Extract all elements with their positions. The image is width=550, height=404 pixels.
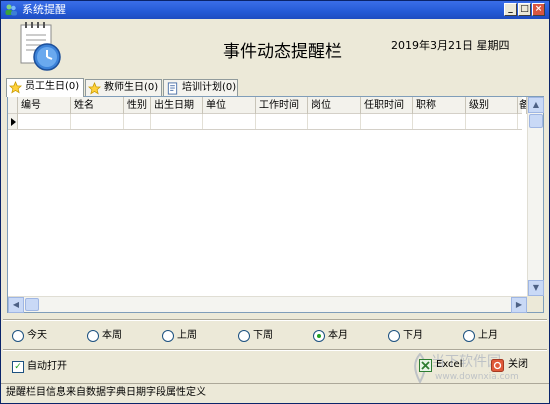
reminder-window: 系统提醒 _ □ × 事件动态提醒栏 2019年3月21日 星期四 员工生日(0…: [0, 0, 550, 404]
horizontal-scrollbar[interactable]: ◀ ▶: [8, 296, 527, 313]
row-indicator-icon: [8, 114, 18, 129]
column-header[interactable]: 编号: [18, 97, 71, 114]
grid-header: 编号 姓名 性别 出生日期 单位 工作时间 岗位 任职时间 职称 级别 备注: [8, 97, 527, 114]
scrollbar-corner: [527, 296, 543, 312]
column-header[interactable]: 级别: [466, 97, 518, 114]
calendar-clock-icon: [20, 22, 61, 71]
divider: [3, 319, 547, 321]
radio-label: 下月: [403, 330, 423, 341]
tab-teacher-birthday[interactable]: 教师生日(0): [85, 79, 162, 96]
radio-next-week[interactable]: 下周: [238, 329, 273, 345]
column-header[interactable]: 出生日期: [151, 97, 203, 114]
column-header[interactable]: 工作时间: [256, 97, 308, 114]
radio-label: 今天: [27, 330, 47, 341]
close-label: 关闭: [508, 359, 528, 370]
auto-open-checkbox[interactable]: ✓ 自动打开: [12, 360, 67, 376]
people-app-icon: [5, 4, 17, 16]
period-selector: 今天 本周 上周 下周 本月 下月 上月: [1, 329, 549, 345]
close-icon: [491, 359, 504, 372]
window-title: 系统提醒: [22, 3, 66, 16]
column-header[interactable]: 职称: [413, 97, 466, 114]
page-title: 事件动态提醒栏: [223, 42, 342, 62]
radio-label: 本月: [328, 330, 348, 341]
radio-button-icon: [238, 330, 250, 342]
excel-label: Excel: [436, 359, 463, 370]
column-header[interactable]: 姓名: [71, 97, 124, 114]
radio-button-icon: [12, 330, 24, 342]
radio-button-icon: [87, 330, 99, 342]
excel-icon: [419, 359, 432, 372]
column-header[interactable]: 性别: [124, 97, 151, 114]
horizontal-scroll-thumb[interactable]: [25, 298, 39, 311]
radio-label: 上月: [478, 330, 498, 341]
radio-next-month[interactable]: 下月: [388, 329, 423, 345]
radio-label: 本周: [102, 330, 122, 341]
tab-label: 培训计划(0): [182, 82, 237, 93]
excel-button[interactable]: Excel: [419, 358, 463, 374]
radio-button-icon: [162, 330, 174, 342]
table-cell[interactable]: [308, 114, 361, 129]
radio-today[interactable]: 今天: [12, 329, 47, 345]
table-cell[interactable]: [256, 114, 308, 129]
radio-button-icon: [388, 330, 400, 342]
table-cell[interactable]: [466, 114, 518, 129]
radio-button-icon: [463, 330, 475, 342]
vertical-scrollbar[interactable]: ▲ ▼: [527, 97, 544, 296]
radio-button-icon: [313, 330, 325, 342]
table-cell[interactable]: [124, 114, 151, 129]
table-cell[interactable]: [151, 114, 203, 129]
table-cell[interactable]: [71, 114, 124, 129]
current-date: 2019年3月21日 星期四: [391, 39, 510, 52]
radio-this-month[interactable]: 本月: [313, 329, 348, 345]
auto-open-label: 自动打开: [27, 361, 67, 372]
scroll-left-icon[interactable]: ◀: [8, 297, 24, 313]
star-icon: [9, 81, 22, 94]
table-row[interactable]: [8, 114, 522, 130]
radio-label: 下周: [253, 330, 273, 341]
status-bar: 提醒栏目信息来自数据字典日期字段属性定义: [1, 383, 549, 403]
scroll-up-icon[interactable]: ▲: [528, 97, 544, 113]
column-header[interactable]: 单位: [203, 97, 256, 114]
radio-last-month[interactable]: 上月: [463, 329, 498, 345]
close-window-button[interactable]: ×: [532, 3, 545, 16]
column-header[interactable]: 任职时间: [361, 97, 413, 114]
tab-label: 员工生日(0): [25, 81, 80, 92]
column-header[interactable]: 备注: [518, 97, 527, 114]
document-icon: [167, 82, 178, 95]
radio-last-week[interactable]: 上周: [162, 329, 197, 345]
table-cell[interactable]: [203, 114, 256, 129]
tab-label: 教师生日(0): [104, 82, 159, 93]
title-bar[interactable]: 系统提醒 _ □ ×: [1, 1, 549, 19]
column-header[interactable]: 岗位: [308, 97, 361, 114]
radio-label: 上周: [177, 330, 197, 341]
star-icon: [88, 82, 101, 95]
table-cell[interactable]: [18, 114, 71, 129]
minimize-button[interactable]: _: [504, 3, 517, 16]
checkmark-icon: ✓: [12, 361, 24, 373]
table-cell[interactable]: [361, 114, 413, 129]
header-corner: [8, 97, 18, 114]
data-grid[interactable]: 编号 姓名 性别 出生日期 单位 工作时间 岗位 任职时间 职称 级别 备注: [7, 96, 544, 313]
tab-employee-birthday[interactable]: 员工生日(0): [6, 78, 84, 97]
maximize-button[interactable]: □: [518, 3, 531, 16]
vertical-scroll-thumb[interactable]: [529, 114, 543, 128]
header: 事件动态提醒栏 2019年3月21日 星期四: [1, 19, 549, 77]
close-button[interactable]: 关闭: [491, 358, 528, 374]
tab-training-plan[interactable]: 培训计划(0): [163, 79, 238, 96]
radio-this-week[interactable]: 本周: [87, 329, 122, 345]
scroll-right-icon[interactable]: ▶: [511, 297, 527, 313]
scroll-down-icon[interactable]: ▼: [528, 280, 544, 296]
table-cell[interactable]: [413, 114, 466, 129]
